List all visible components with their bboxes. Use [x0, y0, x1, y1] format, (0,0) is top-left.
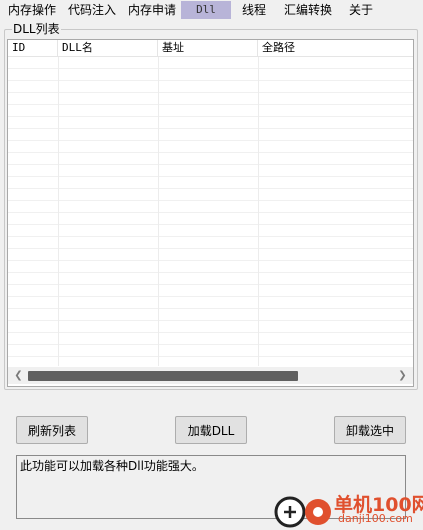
- watermark-url: danji100.com: [338, 512, 413, 525]
- refresh-list-button[interactable]: 刷新列表: [16, 416, 88, 444]
- watermark-logo-icon: [274, 496, 331, 528]
- column-divider: [258, 57, 259, 366]
- scrollbar-thumb[interactable]: [28, 371, 298, 381]
- group-title: DLL列表: [12, 22, 61, 36]
- unload-selected-button[interactable]: 卸载选中: [334, 416, 406, 444]
- tab-code-inject[interactable]: 代码注入: [68, 2, 116, 19]
- chevron-right-icon[interactable]: ❯: [394, 367, 411, 384]
- chevron-left-icon[interactable]: ❮: [10, 367, 27, 384]
- tab-about[interactable]: 关于: [349, 2, 373, 19]
- watermark: 单机100网 danji100.com: [272, 490, 423, 530]
- description-text: 此功能可以加载各种Dll功能强大。: [20, 459, 204, 473]
- column-divider: [158, 57, 159, 366]
- tab-memory-alloc[interactable]: 内存申请: [128, 2, 176, 19]
- tab-asm-convert[interactable]: 汇编转换: [284, 2, 332, 19]
- column-header-dll-name[interactable]: DLL名: [58, 40, 158, 56]
- horizontal-scrollbar[interactable]: ❮ ❯: [8, 367, 413, 384]
- tab-bar: 内存操作 代码注入 内存申请 Dll 线程 汇编转换 关于: [0, 0, 423, 21]
- dll-list-view[interactable]: ID DLL名 基址 全路径 ❮ ❯: [7, 39, 414, 387]
- column-header-full-path[interactable]: 全路径: [258, 40, 413, 56]
- tab-memory-ops[interactable]: 内存操作: [8, 2, 56, 19]
- tab-thread[interactable]: 线程: [242, 2, 266, 19]
- list-body: [8, 57, 413, 366]
- load-dll-button[interactable]: 加载DLL: [175, 416, 247, 444]
- column-header-id[interactable]: ID: [8, 40, 58, 56]
- column-header-base-address[interactable]: 基址: [158, 40, 258, 56]
- column-divider: [58, 57, 59, 366]
- tab-dll[interactable]: Dll: [181, 1, 231, 19]
- list-header: ID DLL名 基址 全路径: [8, 40, 413, 57]
